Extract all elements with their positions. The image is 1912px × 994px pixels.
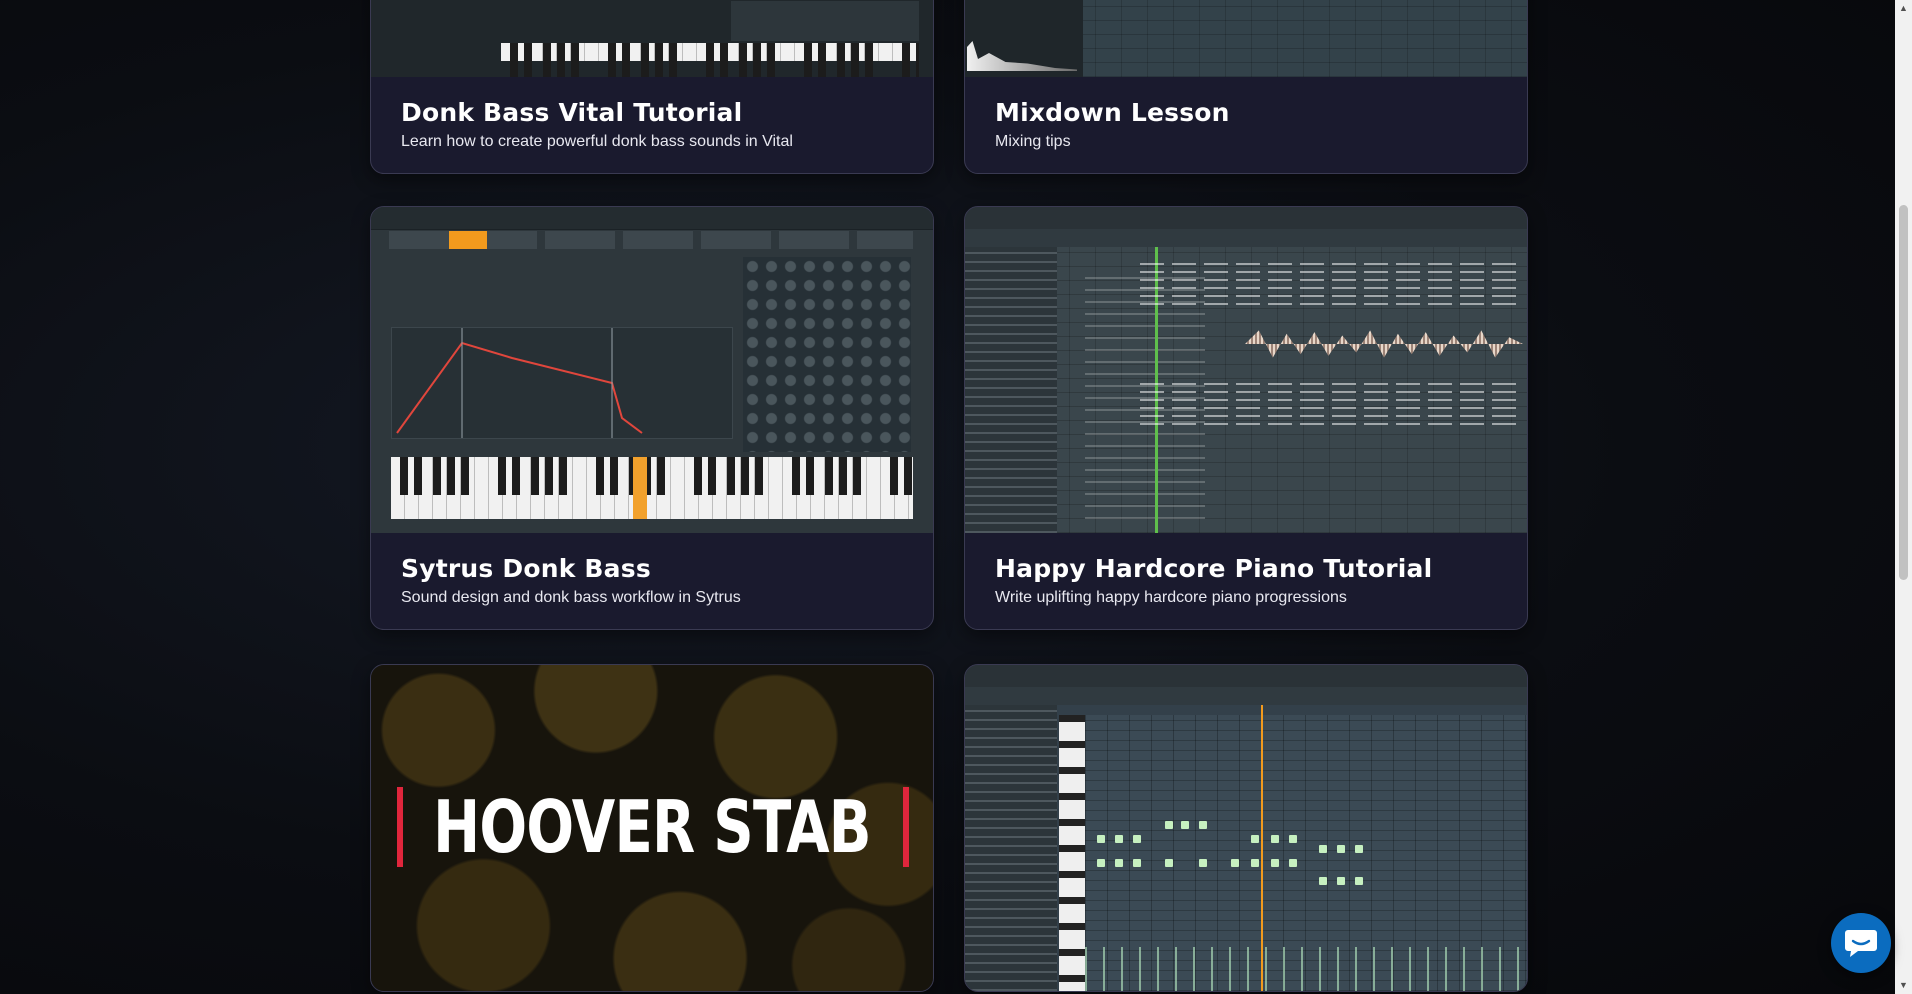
sytrus-screenshot (371, 207, 933, 533)
card-subtitle: Mixing tips (995, 133, 1071, 150)
card-thumbnail (371, 207, 933, 533)
note-pattern-top (1140, 257, 1523, 305)
note (1337, 845, 1345, 853)
daw-toolbar (965, 207, 1527, 230)
card-thumbnail: HOOVER STAB (371, 665, 933, 991)
vital-screenshot (371, 0, 933, 77)
mixdown-screenshot (965, 0, 1527, 77)
chat-bubble-icon (1845, 930, 1877, 957)
daw-toolbar-secondary (965, 229, 1527, 247)
note (1181, 821, 1189, 829)
note (1165, 859, 1173, 867)
note (1199, 821, 1207, 829)
scrollbar-thumb[interactable] (1899, 205, 1908, 580)
card-title: Happy Hardcore Piano Tutorial (995, 554, 1433, 583)
note (1319, 845, 1327, 853)
knob-panel (731, 1, 919, 41)
daw-browser (965, 705, 1057, 991)
note (1115, 859, 1123, 867)
piano-keys (1059, 715, 1085, 991)
daw-toolbar (965, 665, 1527, 688)
note (1097, 835, 1105, 843)
card-title: Mixdown Lesson (995, 98, 1230, 127)
red-bar-left (397, 787, 403, 867)
card-subtitle: Sound design and donk bass workflow in S… (401, 589, 741, 606)
note (1231, 859, 1239, 867)
card-thumbnail (371, 0, 933, 77)
tutorial-card-happy-hardcore-piano[interactable]: Happy Hardcore Piano Tutorial Write upli… (964, 206, 1528, 630)
note (1271, 859, 1279, 867)
note (1271, 835, 1279, 843)
note (1097, 859, 1105, 867)
daw-browser (965, 247, 1057, 533)
note (1319, 877, 1327, 885)
piano-roll-screenshot (965, 665, 1527, 991)
note (1165, 821, 1173, 829)
note (1115, 835, 1123, 843)
tutorial-card-donk-bass-vital[interactable]: Donk Bass Vital Tutorial Learn how to cr… (370, 0, 934, 174)
tutorial-card-sytrus-donk-bass[interactable]: Sytrus Donk Bass Sound design and donk b… (370, 206, 934, 630)
red-bar-right (903, 787, 909, 867)
card-subtitle: Write uplifting happy hardcore piano pro… (995, 589, 1347, 606)
card-body: Donk Bass Vital Tutorial Learn how to cr… (371, 77, 933, 173)
keyboard-graphic (501, 43, 919, 77)
note (1251, 835, 1259, 843)
note (1289, 835, 1297, 843)
card-title: Donk Bass Vital Tutorial (401, 98, 743, 127)
hoover-thumbnail: HOOVER STAB (371, 665, 933, 991)
modulation-matrix (743, 257, 911, 452)
triangle-up-icon[interactable]: ▲ (1895, 0, 1912, 17)
card-title: Sytrus Donk Bass (401, 554, 651, 583)
waveform-panel (965, 0, 1083, 77)
note (1251, 859, 1259, 867)
daw-toolbar-secondary (965, 687, 1527, 705)
note (1133, 835, 1141, 843)
envelope-graph (391, 327, 733, 439)
note (1355, 845, 1363, 853)
velocity-lane (1085, 947, 1527, 991)
page-scrollbar[interactable]: ▲ ▼ (1895, 0, 1912, 994)
card-body: Sytrus Donk Bass Sound design and donk b… (371, 533, 933, 629)
note (1133, 859, 1141, 867)
tutorial-card-mixdown-lesson[interactable]: Mixdown Lesson Mixing tips (964, 0, 1528, 174)
card-body: Mixdown Lesson Mixing tips (965, 77, 1527, 173)
vital-ui (371, 0, 933, 77)
card-thumbnail (965, 665, 1527, 991)
note-pattern-bottom (1140, 377, 1523, 425)
card-subtitle: Learn how to create powerful donk bass s… (401, 133, 793, 150)
note (1199, 859, 1207, 867)
tutorial-card-hoover-stab[interactable]: HOOVER STAB (370, 664, 934, 992)
note (1337, 877, 1345, 885)
audio-waveform (1245, 330, 1523, 358)
tutorial-card-piano-roll[interactable] (964, 664, 1528, 992)
note (1355, 877, 1363, 885)
card-thumbnail (965, 207, 1527, 533)
card-thumbnail (965, 0, 1527, 77)
chat-button[interactable] (1831, 913, 1891, 973)
note (1289, 859, 1297, 867)
card-body: Happy Hardcore Piano Tutorial Write upli… (965, 533, 1527, 629)
fl-studio-screenshot (965, 207, 1527, 533)
synth-header (371, 207, 933, 230)
keyboard-graphic (391, 457, 913, 519)
synth-tabs (389, 231, 913, 249)
triangle-down-icon[interactable]: ▼ (1895, 977, 1912, 994)
thumbnail-title: HOOVER STAB (433, 785, 871, 869)
